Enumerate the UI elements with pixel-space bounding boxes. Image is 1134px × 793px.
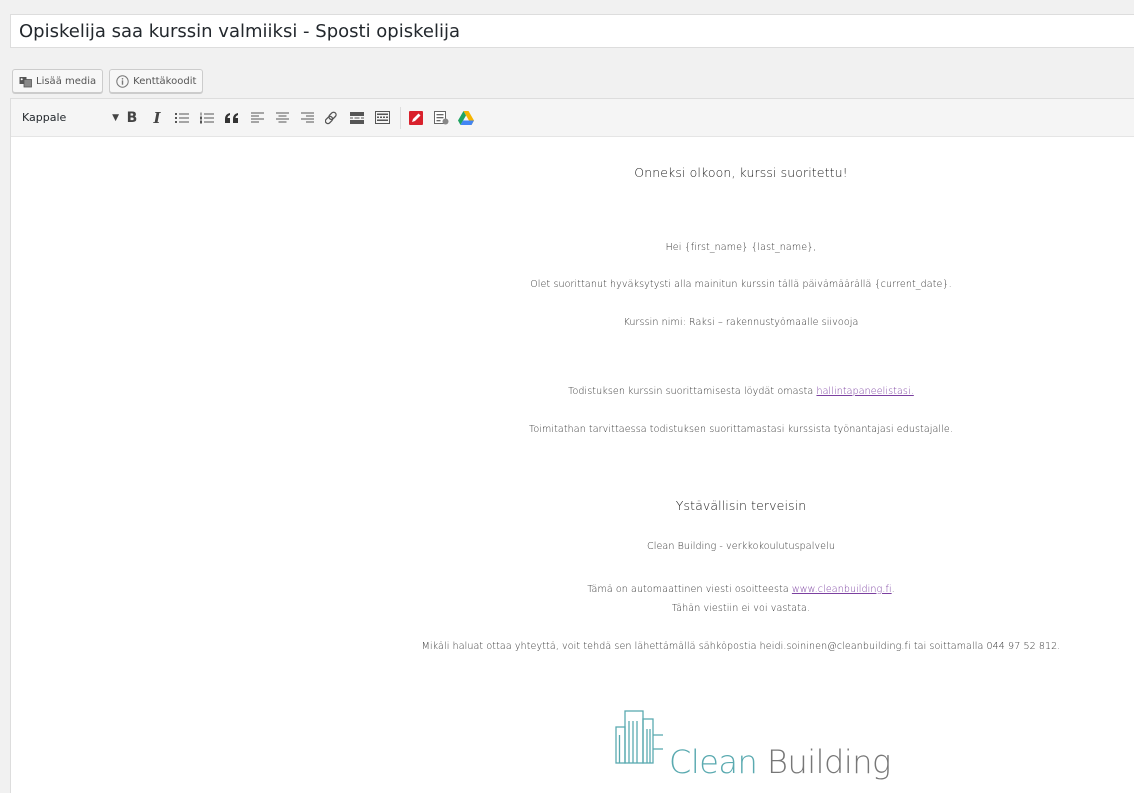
email-contact: Mikäli haluat ottaa yhteyttä, voit tehdä… [421, 641, 1061, 652]
editor-toolbar: Kappale ▼ B I [11, 99, 1134, 137]
dashboard-link[interactable]: hallintapaneelistasi. [816, 386, 913, 397]
plugin-red-button[interactable] [405, 106, 427, 130]
auto-prefix: Tämä on automaattinen viesti osoitteesta [587, 584, 792, 595]
bullet-list-icon [175, 112, 189, 123]
add-media-label: Lisää media [36, 75, 97, 87]
align-left-icon [250, 112, 264, 122]
link-icon [325, 111, 337, 124]
insert-link-button[interactable] [321, 106, 343, 130]
paragraph-format-select[interactable]: Kappale ▼ [19, 107, 121, 129]
auto-suffix: . [891, 584, 895, 595]
numbered-list-button[interactable] [196, 106, 218, 130]
email-auto-text: Tämä on automaattinen viesti osoitteesta… [331, 584, 1134, 595]
align-center-icon [275, 112, 289, 122]
bold-button[interactable]: B [121, 106, 143, 130]
plugin-form-button[interactable] [430, 106, 452, 130]
bullet-list-button[interactable] [171, 106, 193, 130]
media-icon [19, 75, 32, 88]
logo-wordmark: Clean Building [669, 743, 891, 781]
blockquote-button[interactable] [221, 106, 243, 130]
align-left-button[interactable] [246, 106, 268, 130]
google-drive-icon [458, 110, 474, 125]
chevron-down-icon: ▼ [112, 112, 119, 123]
info-icon [116, 74, 129, 88]
toolbar-toggle-button[interactable] [371, 106, 393, 130]
certificate-prefix: Todistuksen kurssin suorittamisesta löyd… [568, 386, 817, 397]
email-certificate-text: Todistuksen kurssin suorittamisesta löyd… [331, 386, 1134, 397]
email-greeting: Hei {first_name} {last_name}, [665, 242, 817, 253]
logo-word-building: Building [757, 743, 891, 781]
quote-icon [225, 112, 238, 123]
field-codes-label: Kenttäkoodit [133, 75, 197, 87]
editor-content[interactable]: Onneksi olkoon, kurssi suoritettu! Hei {… [11, 137, 1134, 792]
media-buttons: Lisää media Kenttäkoodit [12, 69, 204, 93]
website-link[interactable]: www.cleanbuilding.fi [792, 584, 892, 595]
keyboard-icon [374, 111, 390, 124]
read-more-icon [350, 111, 364, 124]
numbered-list-icon [200, 112, 214, 123]
post-title-input[interactable] [11, 15, 1134, 47]
align-right-icon [300, 112, 314, 122]
pencil-square-icon [409, 110, 423, 125]
read-more-button[interactable] [346, 106, 368, 130]
align-center-button[interactable] [271, 106, 293, 130]
title-field-wrapper [10, 14, 1134, 48]
email-deliver-text: Toimitathan tarvittaessa todistuksen suo… [529, 424, 953, 435]
align-right-button[interactable] [296, 106, 318, 130]
logo-word-clean: Clean [669, 743, 758, 781]
add-media-button[interactable]: Lisää media [12, 69, 104, 93]
italic-button[interactable]: I [146, 106, 168, 130]
email-regards: Ystävällisin terveisin [675, 498, 807, 513]
email-course-name: Kurssin nimi: Raksi – rakennustyömaalle … [623, 317, 859, 328]
email-heading: Onneksi olkoon, kurssi suoritettu! [634, 165, 848, 180]
editor: Kappale ▼ B I Onneksi olkoon, kurssi suo… [10, 98, 1134, 793]
email-completed-text: Olet suorittanut hyväksytysti alla maini… [530, 279, 952, 290]
toolbar-separator [400, 106, 401, 129]
email-no-reply: Tähän viestiin ei voi vastata. [671, 603, 811, 614]
google-drive-button[interactable] [455, 106, 477, 130]
form-icon [433, 110, 448, 124]
field-codes-button[interactable]: Kenttäkoodit [109, 69, 204, 93]
email-sender: Clean Building - verkkokoulutuspalvelu [647, 541, 835, 552]
format-select-label: Kappale [22, 111, 67, 124]
